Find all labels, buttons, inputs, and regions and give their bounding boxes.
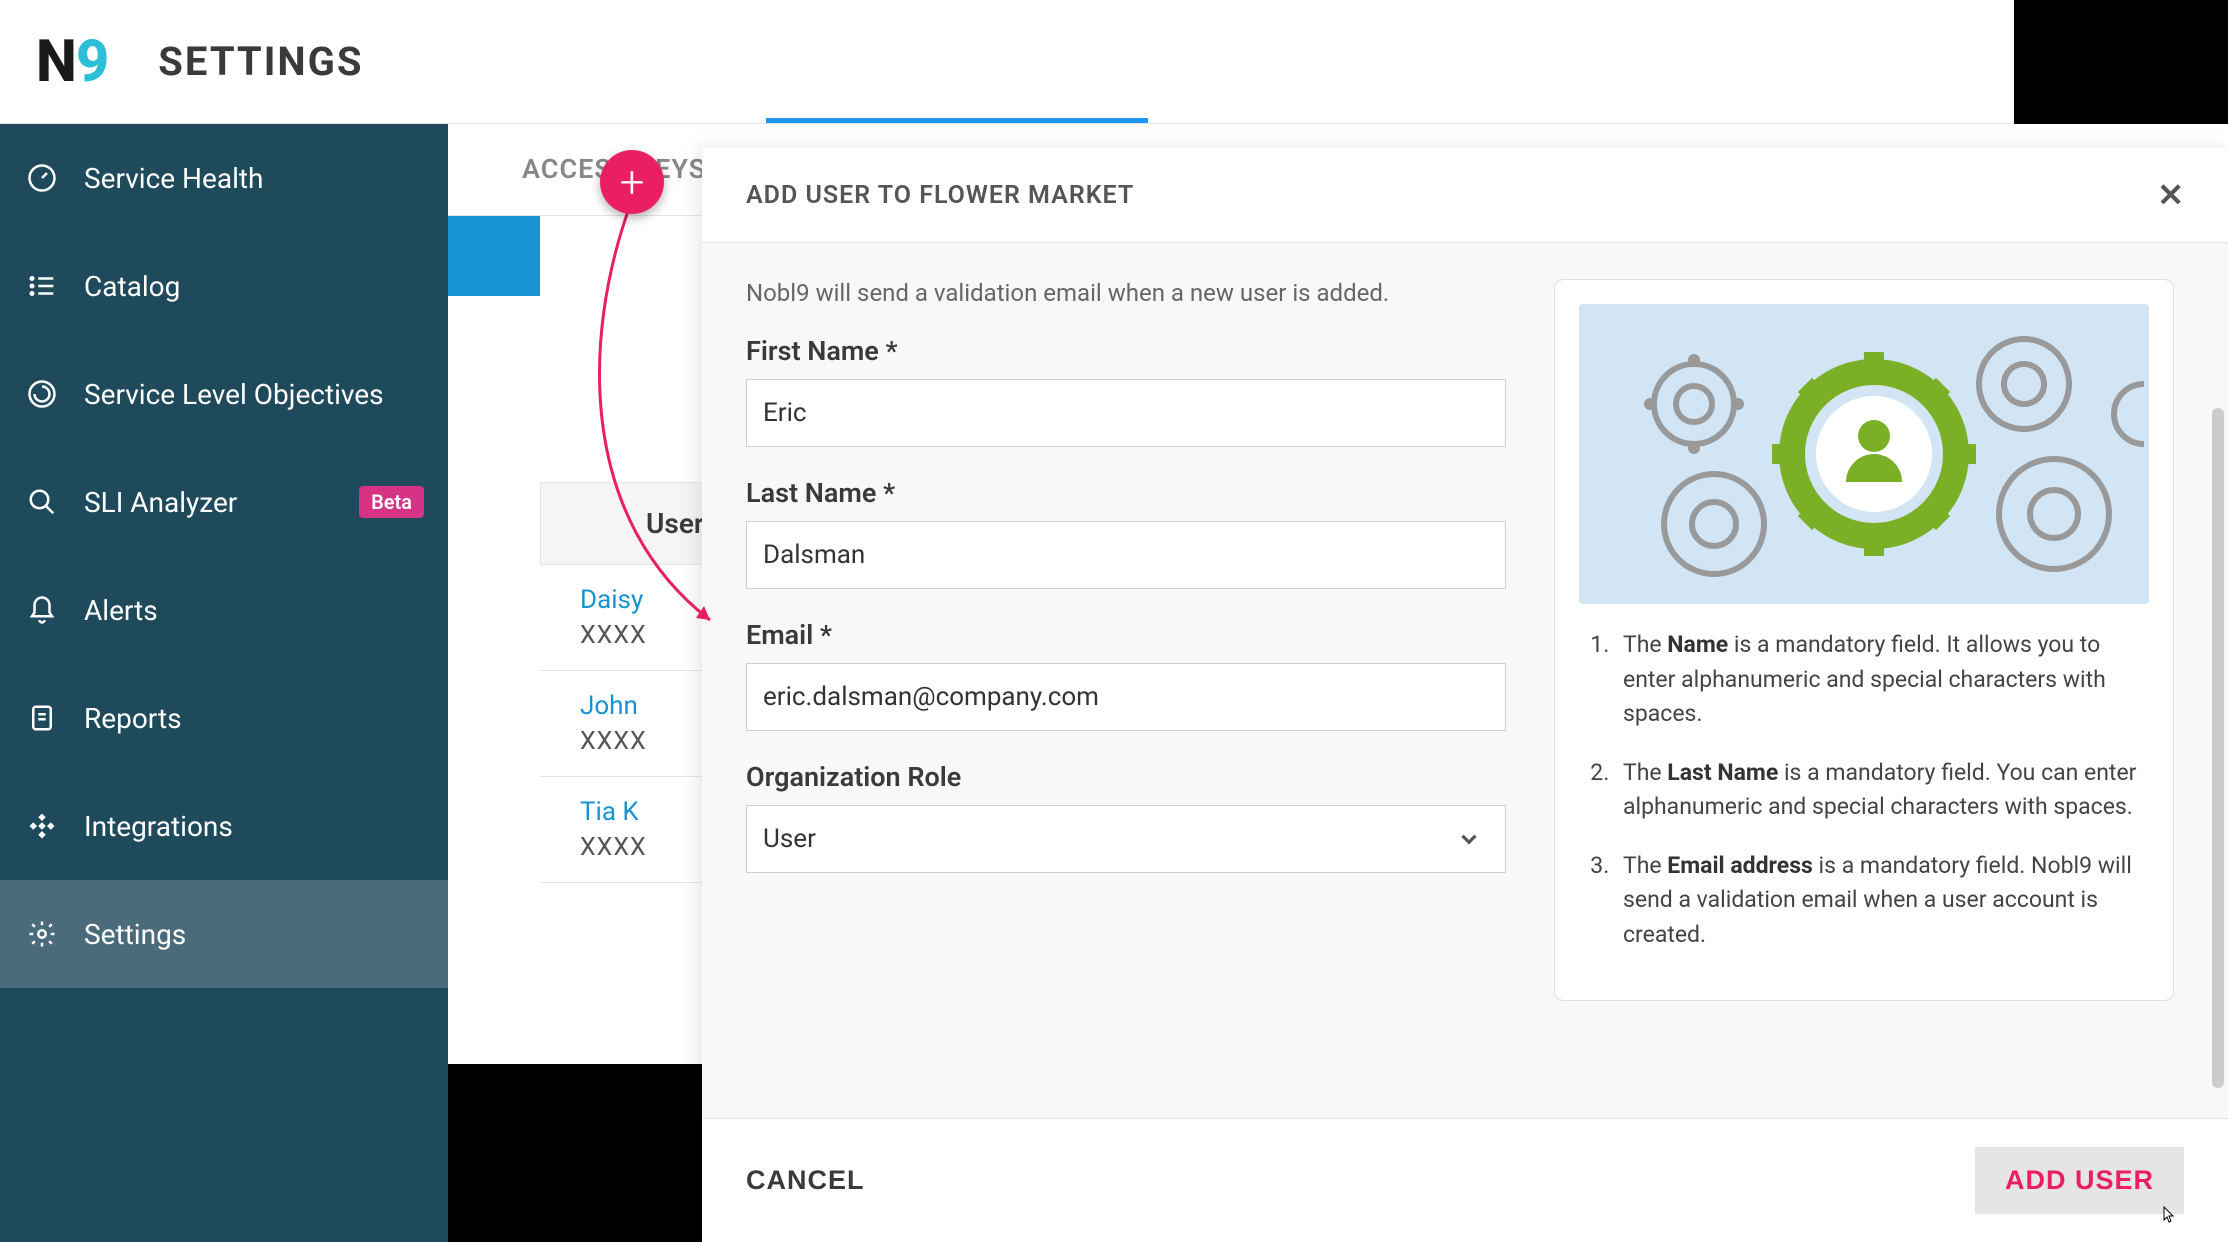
selection-strip [448,216,540,296]
logo-letter-n: N [36,28,76,96]
email-label: Email * [746,619,1506,651]
header-blackout [2014,0,2228,124]
plus-icon: + [620,156,645,208]
sidebar-item-alerts[interactable]: Alerts [0,556,448,664]
sidebar-item-label: Service Health [84,162,263,195]
close-icon: ✕ [2157,176,2184,214]
report-icon [24,700,60,736]
sidebar-item-label: Integrations [84,810,233,843]
role-select[interactable]: User [746,805,1506,873]
help-list: The Name is a mandatory field. It allows… [1579,628,2149,952]
modal-header: ADD USER TO FLOWER MARKET ✕ [702,148,2228,243]
sidebar-item-label: Alerts [84,594,158,627]
help-item: The Name is a mandatory field. It allows… [1615,628,2149,732]
bottom-blackout [448,1064,702,1242]
beta-badge: Beta [359,486,424,518]
add-user-fab[interactable]: + [600,150,664,214]
sidebar: Service Health Catalog Service Level Obj… [0,124,448,1242]
cancel-button[interactable]: CANCEL [746,1165,865,1196]
cursor-icon [2156,1204,2180,1228]
help-item: The Last Name is a mandatory field. You … [1615,756,2149,825]
page-title: SETTINGS [158,38,363,85]
help-panel: The Name is a mandatory field. It allows… [1554,279,2174,1001]
bell-icon [24,592,60,628]
help-item: The Email address is a mandatory field. … [1615,849,2149,953]
email-input[interactable] [746,663,1506,731]
puzzle-icon [24,808,60,844]
target-icon [24,376,60,412]
list-icon [24,268,60,304]
sidebar-item-label: Reports [84,702,182,735]
sidebar-item-integrations[interactable]: Integrations [0,772,448,880]
modal-body: Nobl9 will send a validation email when … [702,243,2228,1118]
app-logo[interactable]: N9 [36,28,108,96]
sidebar-item-label: Settings [84,918,186,951]
last-name-label: Last Name * [746,477,1506,509]
sidebar-item-service-health[interactable]: Service Health [0,124,448,232]
sidebar-item-label: Catalog [84,270,180,303]
sidebar-item-label: SLI Analyzer [84,486,237,519]
sidebar-item-slo[interactable]: Service Level Objectives [0,340,448,448]
help-illustration [1579,304,2149,604]
logo-digit-9: 9 [76,28,108,96]
add-user-button[interactable]: ADD USER [1975,1147,2184,1214]
add-user-modal: ADD USER TO FLOWER MARKET ✕ Nobl9 will s… [702,148,2228,1242]
sidebar-item-catalog[interactable]: Catalog [0,232,448,340]
close-button[interactable]: ✕ [2157,176,2184,214]
gauge-icon [24,160,60,196]
first-name-input[interactable] [746,379,1506,447]
form-hint: Nobl9 will send a validation email when … [746,279,1506,307]
first-name-label: First Name * [746,335,1506,367]
last-name-input[interactable] [746,521,1506,589]
modal-title: ADD USER TO FLOWER MARKET [746,181,1134,210]
sidebar-item-settings[interactable]: Settings [0,880,448,988]
modal-footer: CANCEL ADD USER [702,1118,2228,1242]
analyzer-icon [24,484,60,520]
app-header: N9 SETTINGS [0,0,2228,124]
role-label: Organization Role [746,761,1506,793]
gear-icon [24,916,60,952]
scrollbar[interactable] [2212,408,2224,1088]
sidebar-item-sli-analyzer[interactable]: SLI Analyzer Beta [0,448,448,556]
sidebar-item-label: Service Level Objectives [84,378,384,411]
sidebar-item-reports[interactable]: Reports [0,664,448,772]
form-column: Nobl9 will send a validation email when … [746,279,1506,1082]
